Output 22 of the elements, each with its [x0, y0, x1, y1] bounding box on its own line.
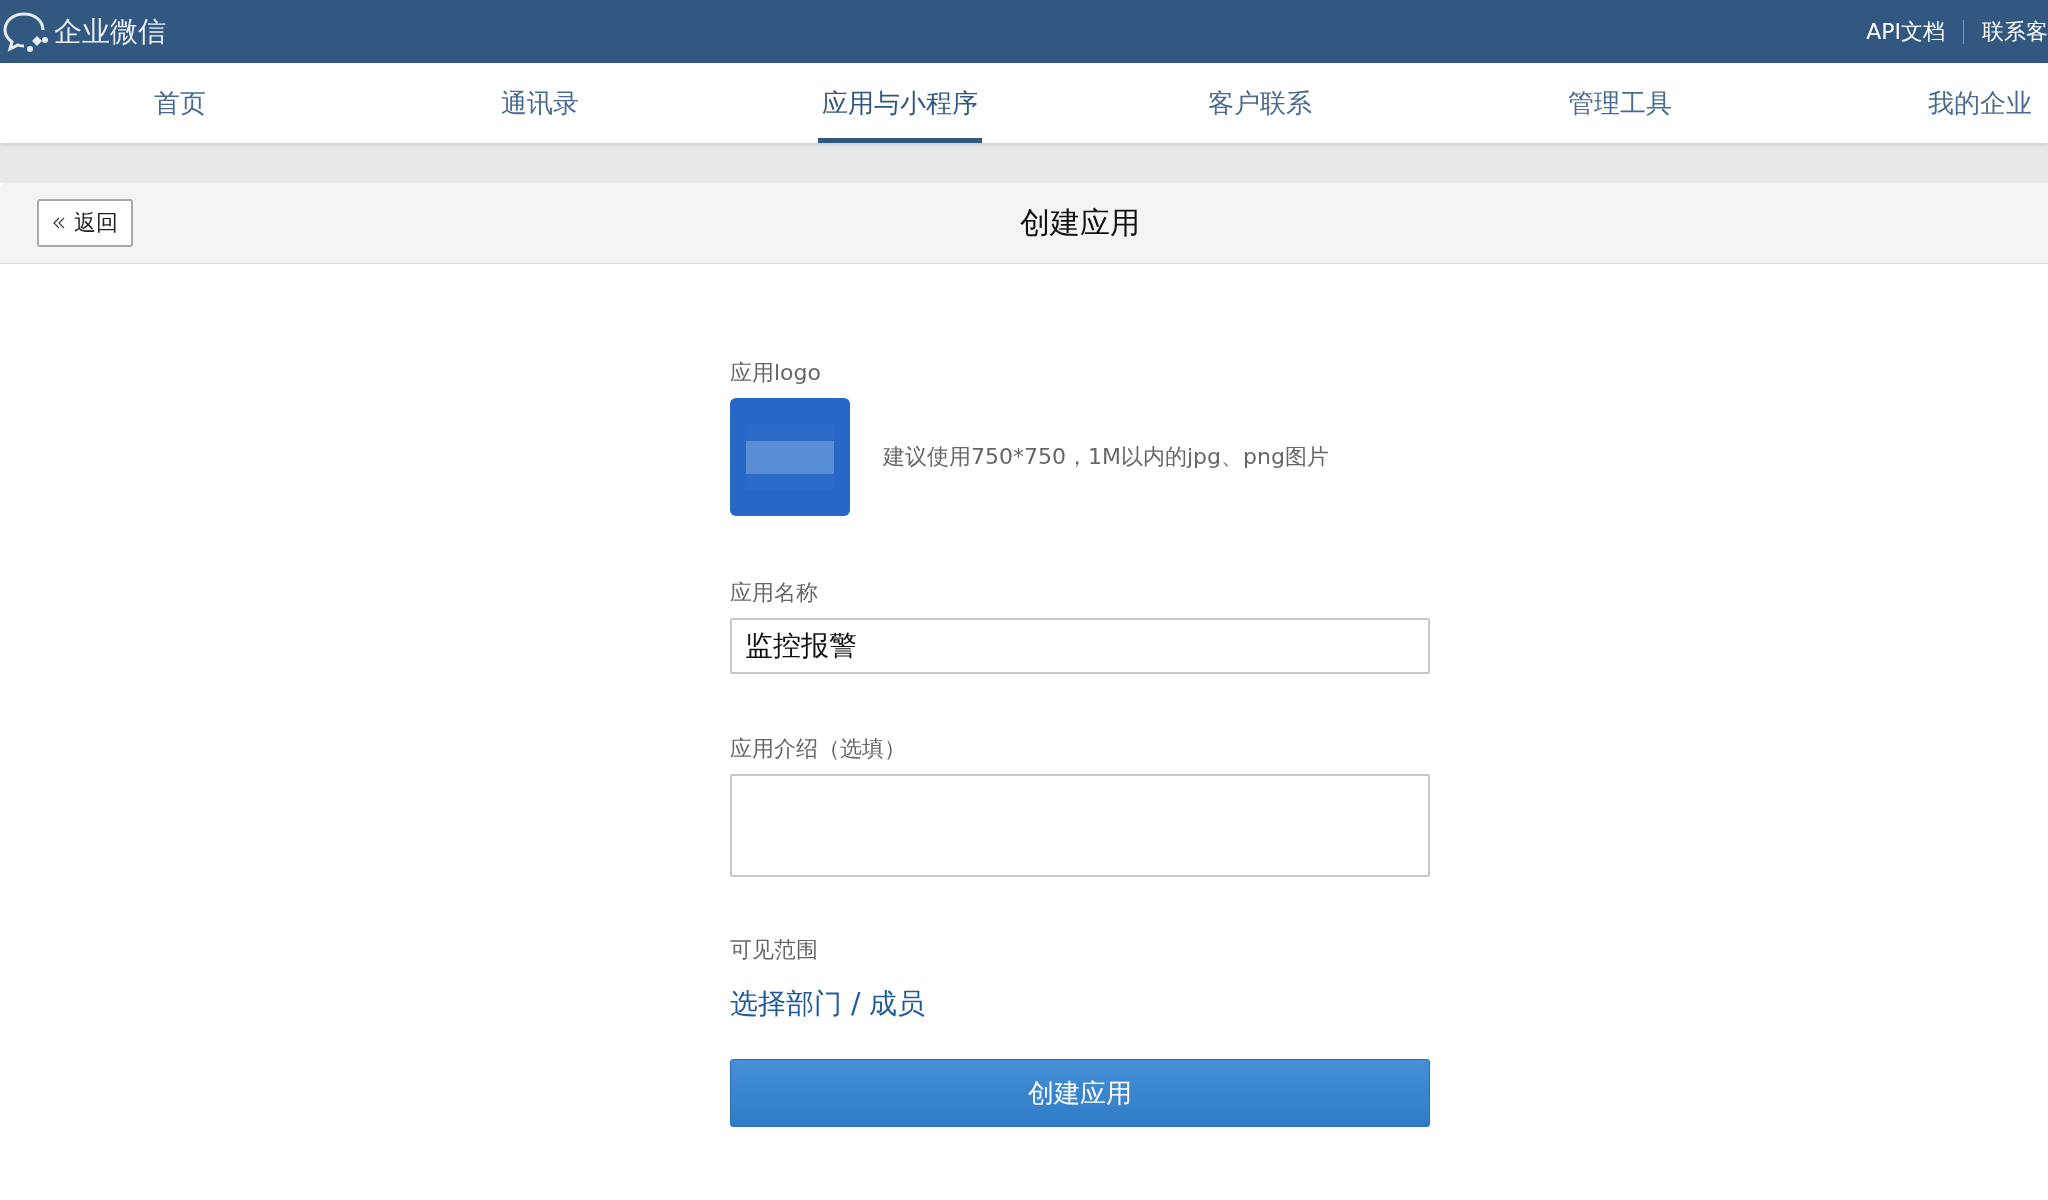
create-app-button[interactable]: 创建应用 — [730, 1059, 1430, 1127]
chat-bubble-logo-icon — [2, 10, 48, 53]
logo-placeholder[interactable] — [730, 398, 850, 516]
name-input-field[interactable]: 监控报警 — [730, 618, 1430, 674]
nav-tab[interactable]: 通讯录 — [497, 63, 583, 143]
header-link[interactable]: 联系客 — [1982, 16, 2048, 47]
page-title: 创建应用 — [1020, 203, 1140, 242]
nav-tab[interactable]: 客户联系 — [1204, 63, 1316, 143]
back-button[interactable]: 返回 — [37, 199, 133, 247]
field-label: 应用名称 — [730, 579, 819, 607]
field-label: 可见范围 — [730, 936, 819, 964]
select-members-link[interactable]: 选择部门 / 成员 — [730, 985, 926, 1023]
nav-tab[interactable]: 我的企业 — [1924, 63, 2036, 143]
nav-tab[interactable]: 首页 — [150, 63, 210, 143]
header-link[interactable]: API文档 — [1866, 16, 1945, 47]
field-label: 应用介绍（选填） — [730, 735, 907, 763]
intro-text-field[interactable] — [730, 774, 1430, 877]
double-chevron-left-icon — [52, 216, 66, 230]
brand-name: 企业微信 — [54, 13, 166, 50]
nav-tab[interactable]: 管理工具 — [1564, 63, 1676, 143]
logo-hint: 建议使用750*750，1M以内的jpg、png图片 — [883, 443, 1329, 471]
field-label: 应用logo — [730, 359, 822, 387]
